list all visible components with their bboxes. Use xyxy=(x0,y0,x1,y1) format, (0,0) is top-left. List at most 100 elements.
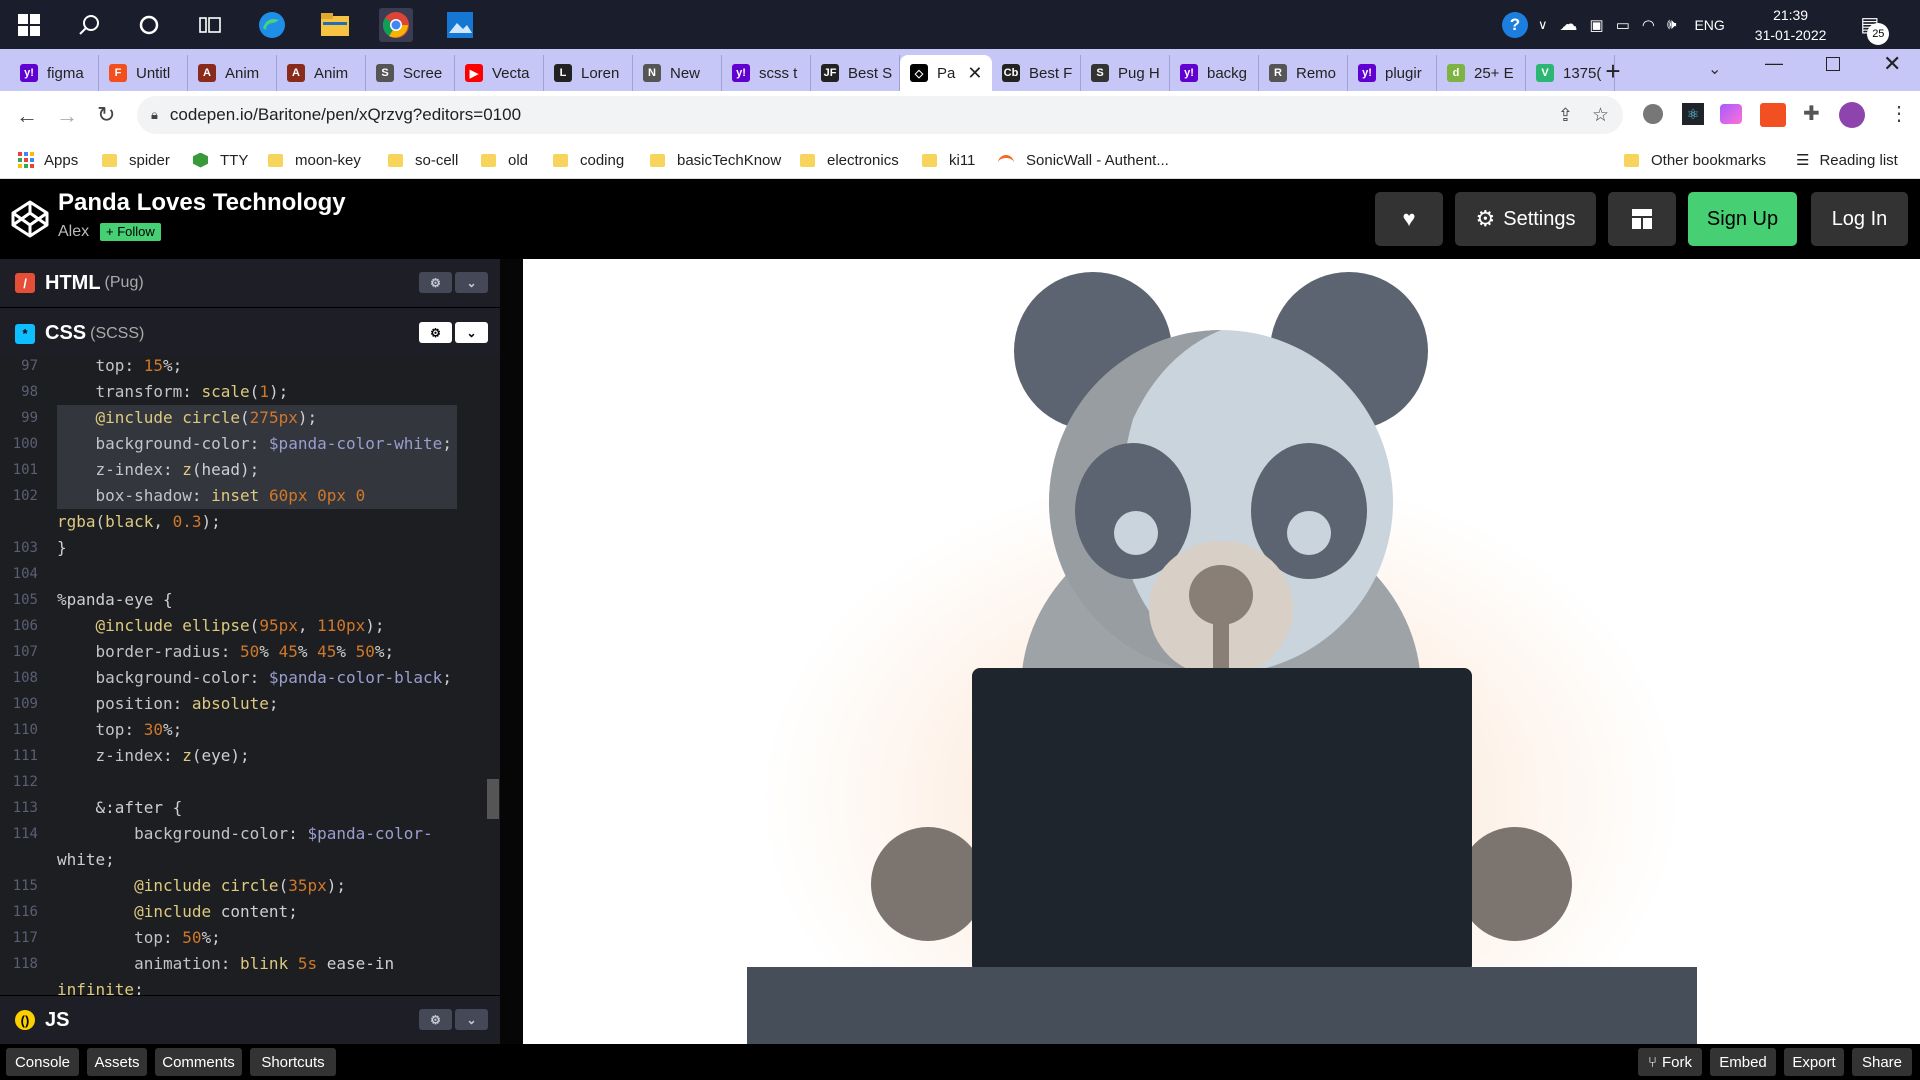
browser-tab[interactable]: R Remo xyxy=(1259,55,1348,91)
browser-tab[interactable]: JF Best S xyxy=(811,55,900,91)
tab-search-chevron-icon[interactable]: ⌄ xyxy=(1708,59,1721,79)
gear-icon[interactable]: ⚙ xyxy=(419,322,452,343)
settings-button[interactable]: ⚙ Settings xyxy=(1455,192,1596,246)
bookmark-star-icon[interactable]: ☆ xyxy=(1592,104,1609,127)
notification-center-icon[interactable]: ▤ 25 xyxy=(1860,12,1890,45)
share-button[interactable]: Share xyxy=(1852,1048,1912,1076)
browser-tab[interactable]: N New xyxy=(633,55,722,91)
tab-close-icon[interactable]: ✕ xyxy=(967,63,982,84)
browser-tab[interactable]: ◇ Pa ✕ xyxy=(900,55,992,91)
address-bar[interactable]: 🔒︎ codepen.io/Baritone/pen/xQrzvg?editor… xyxy=(137,96,1623,134)
pen-author[interactable]: Alex xyxy=(58,223,89,241)
browser-tab[interactable]: ▶ Vecta xyxy=(455,55,544,91)
edge-browser-icon[interactable] xyxy=(255,8,289,42)
bookmark-item[interactable]: spider xyxy=(102,141,170,179)
browser-tab[interactable]: y! backg xyxy=(1170,55,1259,91)
windows-start-icon[interactable] xyxy=(12,8,46,42)
help-icon[interactable]: ? xyxy=(1502,11,1528,38)
gear-icon[interactable]: ⚙ xyxy=(419,1009,452,1030)
extensions-puzzle-icon[interactable]: ✚ xyxy=(1803,101,1820,126)
resize-divider[interactable] xyxy=(500,259,523,1044)
bookmark-item[interactable]: SonicWall - Authent... xyxy=(998,141,1169,179)
bookmark-item[interactable]: TTY xyxy=(193,141,248,179)
chevron-up-icon[interactable]: ∨ xyxy=(1538,17,1548,33)
photos-app-icon[interactable] xyxy=(443,8,477,42)
browser-tab[interactable]: S Scree xyxy=(366,55,455,91)
bookmark-item[interactable]: coding xyxy=(553,141,624,179)
browser-tab[interactable]: L Loren xyxy=(544,55,633,91)
close-window-button[interactable]: ✕ xyxy=(1883,51,1901,77)
extension-bug-icon[interactable] xyxy=(1643,104,1663,124)
browser-tab[interactable]: y! plugir xyxy=(1348,55,1437,91)
back-arrow-icon[interactable]: ← xyxy=(16,103,38,129)
onedrive-cloud-icon[interactable]: ☁ xyxy=(1560,14,1578,35)
file-explorer-icon[interactable] xyxy=(318,8,352,42)
bookmark-apps[interactable]: Apps xyxy=(18,141,78,179)
restore-button[interactable] xyxy=(1826,57,1840,71)
display-icon[interactable]: ▣ xyxy=(1590,16,1604,34)
chevron-down-icon[interactable]: ⌄ xyxy=(455,1009,488,1030)
export-button[interactable]: Export xyxy=(1784,1048,1844,1076)
extension-off-icon[interactable] xyxy=(1760,103,1786,127)
fork-button[interactable]: ⑂ Fork xyxy=(1638,1048,1702,1076)
bookmark-item[interactable]: electronics xyxy=(800,141,899,179)
login-button[interactable]: Log In xyxy=(1811,192,1908,246)
layout-button[interactable] xyxy=(1608,192,1676,246)
signup-button[interactable]: Sign Up xyxy=(1688,192,1797,246)
shortcuts-button[interactable]: Shortcuts xyxy=(250,1048,336,1076)
bookmark-item[interactable]: moon-key xyxy=(268,141,361,179)
editor-scrollbar[interactable] xyxy=(487,779,499,819)
browser-tab[interactable]: y! scss t xyxy=(722,55,811,91)
extension-gradient-icon[interactable] xyxy=(1720,104,1742,124)
browser-tab[interactable]: y! figma xyxy=(10,55,99,91)
css-code-editor[interactable]: 97 top: 15%; 98 transform: scale(1); 99 @i… xyxy=(0,355,500,995)
browser-tab[interactable]: S Pug H xyxy=(1081,55,1170,91)
comments-button[interactable]: Comments xyxy=(155,1048,242,1076)
chrome-menu-icon[interactable]: ⋮ xyxy=(1889,101,1909,126)
folder-icon xyxy=(481,153,496,167)
pen-title[interactable]: Panda Loves Technology xyxy=(58,189,346,217)
react-devtools-icon[interactable]: ⚛ xyxy=(1682,103,1704,125)
assets-button[interactable]: Assets xyxy=(87,1048,147,1076)
bookmark-item[interactable]: so-cell xyxy=(388,141,458,179)
battery-icon[interactable]: ▭ xyxy=(1616,16,1630,34)
browser-tab[interactable]: d 25+ E xyxy=(1437,55,1526,91)
forward-arrow-icon[interactable]: → xyxy=(56,103,78,129)
js-panel-header[interactable]: () JS ⚙ ⌄ xyxy=(0,995,500,1044)
panel-sub: (Pug) xyxy=(104,274,144,291)
codepen-logo-icon[interactable] xyxy=(10,199,50,244)
browser-tab[interactable]: Cb Best F xyxy=(992,55,1081,91)
share-icon[interactable]: ⇪ xyxy=(1558,105,1573,126)
bookmark-item[interactable]: old xyxy=(481,141,528,179)
follow-button[interactable]: + Follow xyxy=(100,223,161,241)
chevron-down-icon[interactable]: ⌄ xyxy=(455,272,488,293)
bookmark-item[interactable]: basicTechKnow xyxy=(650,141,781,179)
profile-avatar[interactable] xyxy=(1839,102,1865,128)
notification-count: 25 xyxy=(1867,23,1890,45)
new-tab-button[interactable]: + xyxy=(1601,56,1625,86)
heart-button[interactable]: ♥ xyxy=(1375,192,1443,246)
search-icon[interactable] xyxy=(72,8,106,42)
gear-icon[interactable]: ⚙ xyxy=(419,272,452,293)
wifi-icon[interactable]: ◠ xyxy=(1642,16,1655,34)
chevron-down-icon[interactable]: ⌄ xyxy=(455,322,488,343)
cortana-icon[interactable] xyxy=(132,8,166,42)
task-view-icon[interactable] xyxy=(193,8,227,42)
css-panel-header[interactable]: * CSS (SCSS) ⚙ ⌄ xyxy=(0,309,500,358)
bookmark-item[interactable]: ki11 xyxy=(922,141,975,179)
embed-button[interactable]: Embed xyxy=(1710,1048,1776,1076)
reading-list-button[interactable]: ☰ Reading list xyxy=(1796,141,1898,179)
minimize-button[interactable]: — xyxy=(1765,53,1783,74)
lock-icon[interactable]: 🔒︎ xyxy=(151,107,158,123)
chrome-browser-icon[interactable] xyxy=(379,8,413,42)
reload-icon[interactable]: ↻ xyxy=(97,102,115,128)
browser-tab[interactable]: F Untitl xyxy=(99,55,188,91)
browser-tab[interactable]: A Anim xyxy=(188,55,277,91)
language-indicator[interactable]: ENG xyxy=(1694,17,1724,33)
bookmark-other[interactable]: Other bookmarks xyxy=(1624,141,1766,179)
html-panel-header[interactable]: / HTML (Pug) ⚙ ⌄ xyxy=(0,259,500,308)
console-button[interactable]: Console xyxy=(6,1048,79,1076)
clock[interactable]: 21:39 31-01-2022 xyxy=(1755,5,1827,45)
volume-icon[interactable]: 🕪 xyxy=(1667,16,1676,33)
browser-tab[interactable]: A Anim xyxy=(277,55,366,91)
